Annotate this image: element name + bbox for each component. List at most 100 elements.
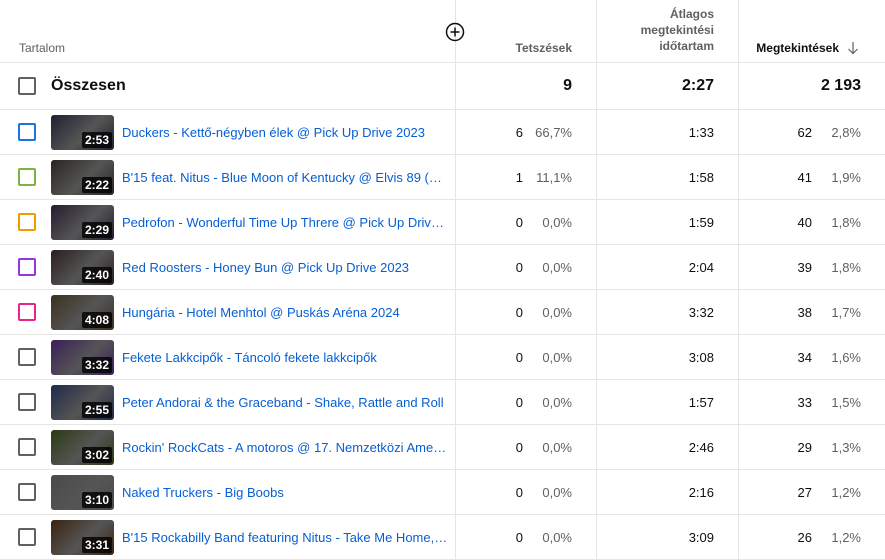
views-percent: 1,9% — [831, 170, 861, 185]
likes-percent: 0,0% — [542, 440, 572, 455]
header-avg-duration[interactable]: Átlagos megtekintési időtartam — [594, 6, 714, 54]
likes-count: 1 — [515, 170, 523, 185]
row-checkbox[interactable] — [18, 213, 36, 231]
total-avg-duration: 2:27 — [681, 77, 714, 94]
likes-percent: 0,0% — [542, 350, 572, 365]
row-checkbox[interactable] — [18, 528, 36, 546]
row-checkbox[interactable] — [18, 483, 36, 501]
likes-percent: 0,0% — [542, 395, 572, 410]
views-percent: 1,8% — [831, 215, 861, 230]
table-header: Tartalom Tetszések Átlagos megtekintési … — [0, 0, 885, 63]
row-checkbox[interactable] — [18, 303, 36, 321]
video-thumbnail[interactable]: 4:08 — [51, 295, 114, 330]
video-thumbnail[interactable]: 2:55 — [51, 385, 114, 420]
avg-view-duration: 1:59 — [688, 215, 714, 230]
video-thumbnail[interactable]: 3:10 — [51, 475, 114, 510]
views-count: 40 — [797, 215, 812, 230]
select-all-checkbox[interactable] — [18, 77, 36, 95]
row-checkbox[interactable] — [18, 393, 36, 411]
table-row: 3:32 Fekete Lakkcipők - Táncoló fekete la… — [0, 335, 885, 380]
avg-view-duration: 2:46 — [688, 440, 714, 455]
views-count: 39 — [797, 260, 812, 275]
video-thumbnail[interactable]: 2:53 — [51, 115, 114, 150]
views-percent: 1,2% — [831, 485, 861, 500]
views-count: 62 — [797, 125, 812, 140]
views-percent: 1,8% — [831, 260, 861, 275]
video-duration: 3:31 — [81, 537, 112, 553]
table-row: 2:22 B'15 feat. Nitus - Blue Moon of Kent… — [0, 155, 885, 200]
table-row: 2:40 Red Roosters - Honey Bun @ Pick Up D… — [0, 245, 885, 290]
total-likes: 9 — [563, 77, 572, 94]
row-checkbox[interactable] — [18, 168, 36, 186]
sort-down-arrow-icon[interactable] — [847, 41, 859, 55]
video-thumbnail[interactable]: 3:02 — [51, 430, 114, 465]
video-title-link[interactable]: Naked Truckers - Big Boobs — [122, 484, 448, 501]
likes-count: 0 — [515, 215, 523, 230]
video-title-link[interactable]: B'15 Rockabilly Band featuring Nitus - T… — [122, 529, 448, 546]
table-row: 4:08 Hungária - Hotel Menhtol @ Puskás Ar… — [0, 290, 885, 335]
header-views[interactable]: Megtekintések — [756, 40, 859, 56]
video-thumbnail[interactable]: 3:32 — [51, 340, 114, 375]
likes-percent: 11,1% — [536, 170, 572, 185]
views-count: 34 — [797, 350, 812, 365]
views-count: 33 — [797, 395, 812, 410]
video-duration: 2:55 — [81, 402, 112, 418]
avg-view-duration: 1:33 — [688, 125, 714, 140]
row-checkbox[interactable] — [18, 348, 36, 366]
row-checkbox[interactable] — [18, 438, 36, 456]
video-title-link[interactable]: Pedrofon - Wonderful Time Up Threre @ Pi… — [122, 214, 448, 231]
views-count: 26 — [797, 530, 812, 545]
analytics-table: Tartalom Tetszések Átlagos megtekintési … — [0, 0, 885, 560]
likes-count: 0 — [515, 350, 523, 365]
views-percent: 1,2% — [831, 530, 861, 545]
row-checkbox[interactable] — [18, 123, 36, 141]
avg-view-duration: 2:16 — [688, 485, 714, 500]
table-row: 2:55 Peter Andorai & the Graceband - Shak… — [0, 380, 885, 425]
views-count: 41 — [797, 170, 812, 185]
video-thumbnail[interactable]: 2:40 — [51, 250, 114, 285]
likes-count: 6 — [515, 125, 523, 140]
total-label: Összesen — [51, 77, 126, 94]
likes-percent: 0,0% — [542, 530, 572, 545]
avg-view-duration: 1:57 — [688, 395, 714, 410]
video-title-link[interactable]: B'15 feat. Nitus - Blue Moon of Kentucky… — [122, 169, 448, 186]
avg-view-duration: 3:09 — [688, 530, 714, 545]
video-title-link[interactable]: Red Roosters - Honey Bun @ Pick Up Drive… — [122, 259, 448, 276]
views-percent: 1,7% — [831, 305, 861, 320]
video-duration: 4:08 — [81, 312, 112, 328]
video-title-link[interactable]: Peter Andorai & the Graceband - Shake, R… — [122, 394, 448, 411]
video-title-link[interactable]: Duckers - Kettő-négyben élek @ Pick Up D… — [122, 124, 448, 141]
add-column-icon[interactable] — [445, 22, 465, 42]
video-title-link[interactable]: Hungária - Hotel Menhtol @ Puskás Aréna … — [122, 304, 448, 321]
likes-percent: 66,7% — [535, 125, 572, 140]
avg-view-duration: 1:58 — [688, 170, 714, 185]
table-row: 3:10 Naked Truckers - Big Boobs 0 0,0% 2:16 2… — [0, 470, 885, 515]
likes-count: 0 — [515, 440, 523, 455]
video-title-link[interactable]: Fekete Lakkcipők - Táncoló fekete lakkci… — [122, 349, 448, 366]
header-likes[interactable]: Tetszések — [516, 40, 572, 56]
views-percent: 1,6% — [831, 350, 861, 365]
video-thumbnail[interactable]: 3:31 — [51, 520, 114, 555]
views-count: 27 — [797, 485, 812, 500]
video-thumbnail[interactable]: 2:29 — [51, 205, 114, 240]
total-row: Összesen 9 2:27 2 193 — [0, 63, 885, 110]
likes-percent: 0,0% — [542, 485, 572, 500]
video-duration: 2:22 — [81, 177, 112, 193]
video-duration: 2:29 — [81, 222, 112, 238]
likes-count: 0 — [515, 395, 523, 410]
likes-percent: 0,0% — [542, 305, 572, 320]
table-row: 3:02 Rockin' RockCats - A motoros @ 17. N… — [0, 425, 885, 470]
likes-percent: 0,0% — [542, 260, 572, 275]
views-percent: 1,5% — [831, 395, 861, 410]
video-duration: 3:02 — [81, 447, 112, 463]
views-percent: 1,3% — [831, 440, 861, 455]
video-title-link[interactable]: Rockin' RockCats - A motoros @ 17. Nemze… — [122, 439, 448, 456]
likes-count: 0 — [515, 260, 523, 275]
header-content[interactable]: Tartalom — [19, 40, 65, 56]
video-thumbnail[interactable]: 2:22 — [51, 160, 114, 195]
likes-count: 0 — [515, 305, 523, 320]
video-rows: 2:53 Duckers - Kettő-négyben élek @ Pick … — [0, 110, 885, 560]
row-checkbox[interactable] — [18, 258, 36, 276]
views-count: 38 — [797, 305, 812, 320]
video-duration: 2:53 — [81, 132, 112, 148]
